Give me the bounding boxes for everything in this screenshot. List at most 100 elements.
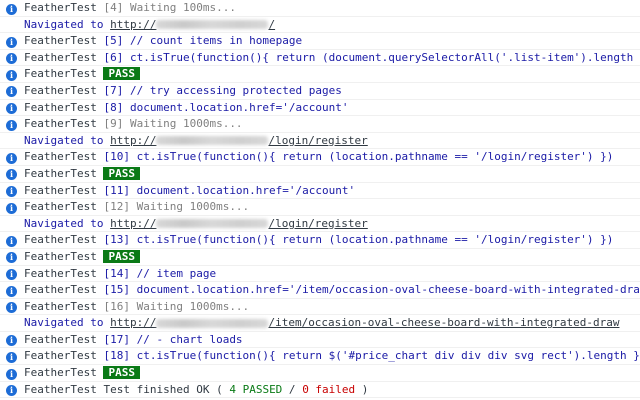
- log-prefix: FeatherTest: [24, 50, 104, 64]
- navigation-message: Navigated to http:///item/occasion-oval-…: [0, 315, 640, 332]
- console-message: i FeatherTest [16] Waiting 1000ms...: [0, 299, 640, 316]
- log-text: [15] document.location.href='/item/occas…: [103, 283, 640, 297]
- pass-badge: PASS: [103, 249, 140, 263]
- info-icon: i: [6, 53, 17, 65]
- summary-text-after: ): [355, 382, 369, 396]
- log-prefix: FeatherTest: [24, 249, 104, 263]
- log-text: [11] document.location.href='/account': [103, 183, 356, 197]
- pass-badge: PASS: [103, 67, 140, 81]
- navigated-label: Navigated to: [24, 17, 111, 31]
- log-prefix: FeatherTest: [24, 83, 104, 97]
- log-prefix: FeatherTest: [24, 67, 104, 81]
- log-prefix: FeatherTest: [24, 117, 104, 131]
- log-prefix: FeatherTest: [24, 200, 104, 214]
- summary-separator: /: [282, 382, 303, 396]
- log-text: [18] ct.isTrue(function(){ return $('#pr…: [103, 349, 640, 363]
- info-icon: i: [6, 119, 17, 131]
- navigation-message: Navigated to http:///login/register: [0, 133, 640, 150]
- log-prefix: FeatherTest: [24, 349, 104, 363]
- console-message: i FeatherTest PASS: [0, 66, 640, 83]
- log-text: [9] Waiting 1000ms...: [103, 117, 243, 131]
- devtools-console: i FeatherTest [4] Waiting 100ms... Navig…: [0, 0, 640, 400]
- info-icon: i: [6, 69, 17, 81]
- log-text: [16] Waiting 1000ms...: [103, 299, 250, 313]
- log-prefix: FeatherTest: [24, 283, 104, 297]
- info-icon: i: [6, 186, 17, 198]
- log-prefix: FeatherTest: [24, 1, 104, 14]
- info-icon: i: [6, 385, 17, 397]
- log-text: [4] Waiting 100ms...: [103, 1, 236, 14]
- log-prefix: FeatherTest: [24, 332, 104, 346]
- info-icon: i: [6, 169, 17, 181]
- info-icon: i: [6, 335, 17, 347]
- log-prefix: FeatherTest: [24, 183, 104, 197]
- log-text: [10] ct.isTrue(function(){ return (locat…: [103, 150, 614, 164]
- navigation-message: Navigated to http:///: [0, 17, 640, 34]
- redacted-host: [156, 20, 269, 30]
- info-icon: i: [6, 252, 17, 264]
- log-prefix: FeatherTest: [24, 299, 104, 313]
- console-message: i FeatherTest [12] Waiting 1000ms...: [0, 199, 640, 216]
- redacted-host: [156, 219, 269, 229]
- navigated-label: Navigated to: [24, 216, 111, 230]
- info-icon: i: [6, 152, 17, 164]
- log-text: [14] // item page: [103, 266, 217, 280]
- info-icon: i: [6, 36, 17, 48]
- info-icon: i: [6, 285, 17, 297]
- log-prefix: FeatherTest: [24, 166, 104, 180]
- info-icon: i: [6, 86, 17, 98]
- navigated-url[interactable]: http:///: [110, 18, 275, 31]
- log-text: [12] Waiting 1000ms...: [103, 200, 250, 214]
- navigated-url[interactable]: http:///item/occasion-oval-cheese-board-…: [110, 316, 619, 329]
- info-icon: i: [6, 368, 17, 380]
- passed-count: 4 PASSED: [229, 382, 283, 396]
- log-prefix: FeatherTest: [24, 150, 104, 164]
- console-message: i FeatherTest [18] ct.isTrue(function(){…: [0, 348, 640, 366]
- log-prefix: FeatherTest: [24, 233, 104, 247]
- console-message: i FeatherTest PASS: [0, 365, 640, 382]
- info-icon: i: [6, 103, 17, 115]
- console-message-summary: i FeatherTest Test finished OK ( 4 PASSE…: [0, 382, 640, 399]
- log-prefix: FeatherTest: [24, 366, 104, 380]
- pass-badge: PASS: [103, 166, 140, 180]
- console-message: i FeatherTest [5] // count items in home…: [0, 33, 640, 50]
- console-message: i FeatherTest [17] // - chart loads: [0, 332, 640, 349]
- log-prefix: FeatherTest: [24, 34, 104, 48]
- log-text: [8] document.location.href='/account': [103, 100, 349, 114]
- info-icon: i: [6, 302, 17, 314]
- info-icon: i: [6, 269, 17, 280]
- navigated-url[interactable]: http:///login/register: [110, 134, 368, 147]
- console-message: i FeatherTest [9] Waiting 1000ms...: [0, 116, 640, 133]
- console-message: i FeatherTest [8] document.location.href…: [0, 100, 640, 117]
- info-icon: i: [6, 235, 17, 247]
- console-message: i FeatherTest [13] ct.isTrue(function(){…: [0, 232, 640, 249]
- navigated-label: Navigated to: [24, 133, 111, 147]
- log-prefix: FeatherTest: [24, 266, 104, 280]
- console-message: i FeatherTest PASS: [0, 249, 640, 266]
- console-message: i FeatherTest PASS: [0, 166, 640, 183]
- console-message: i FeatherTest [11] document.location.hre…: [0, 183, 640, 200]
- log-text: [6] ct.isTrue(function(){ return (docume…: [103, 50, 634, 64]
- log-prefix: FeatherTest: [24, 382, 104, 396]
- navigation-message: Navigated to http:///login/register: [0, 216, 640, 233]
- failed-count: 0 failed: [302, 382, 356, 396]
- pass-badge: PASS: [103, 366, 140, 380]
- info-icon: i: [6, 351, 17, 363]
- redacted-host: [156, 136, 269, 146]
- info-icon: i: [6, 202, 17, 214]
- log-prefix: FeatherTest: [24, 100, 104, 114]
- info-icon: i: [6, 3, 17, 15]
- console-message: i FeatherTest [10] ct.isTrue(function(){…: [0, 149, 640, 166]
- navigated-label: Navigated to: [24, 316, 111, 330]
- console-message: i FeatherTest [6] ct.isTrue(function(){ …: [0, 50, 640, 67]
- redacted-host: [156, 318, 269, 328]
- navigated-url[interactable]: http:///login/register: [110, 217, 368, 230]
- summary-text-before: Test finished OK (: [103, 382, 230, 396]
- log-text: [7] // try accessing protected pages: [103, 83, 342, 97]
- console-message: i FeatherTest [15] document.location.hre…: [0, 282, 640, 299]
- log-text: [13] ct.isTrue(function(){ return (locat…: [103, 233, 614, 247]
- console-message: i FeatherTest [7] // try accessing prote…: [0, 83, 640, 100]
- log-text: [5] // count items in homepage: [103, 34, 303, 48]
- console-message: i FeatherTest [14] // item page: [0, 266, 640, 283]
- console-message: i FeatherTest [4] Waiting 100ms...: [0, 0, 640, 17]
